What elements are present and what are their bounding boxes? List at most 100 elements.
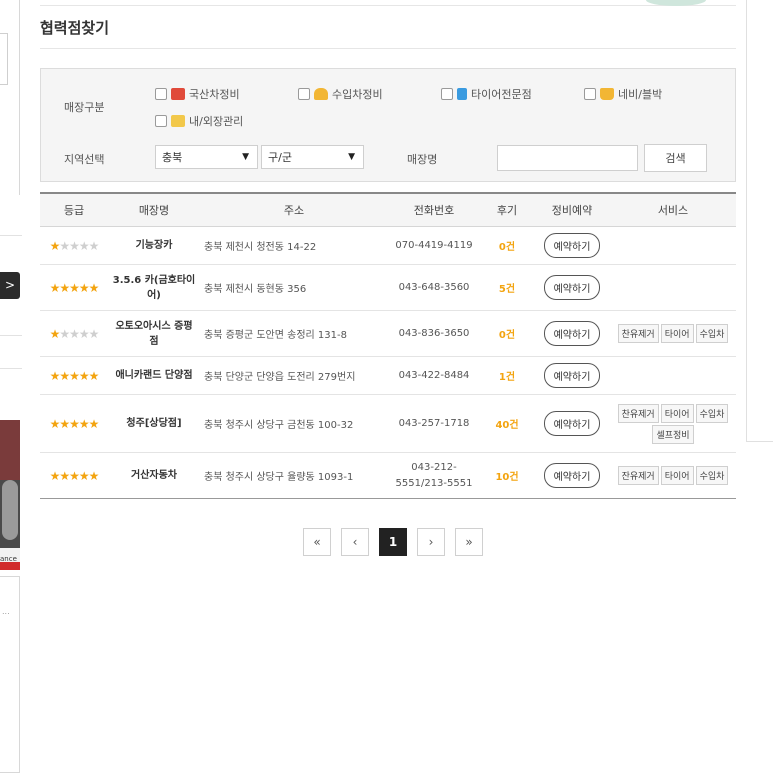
review-count[interactable]: 40건 <box>480 395 534 452</box>
tire-icon <box>457 88 467 100</box>
shop-name[interactable]: 3.5.6 카(금호타이어) <box>112 265 196 310</box>
shop-phone: 043-212-5551/213-5551 <box>395 461 473 489</box>
review-count[interactable]: 0건 <box>480 227 534 264</box>
service-tag: 타이어 <box>660 466 694 485</box>
header-reservation: 정비예약 <box>551 204 593 217</box>
table-row[interactable]: ★★★★★ 애니카랜드 단양점 충북 단양군 단양읍 도전리 279번지 043-42… <box>40 357 736 395</box>
shop-address: 충북 제천시 청전동 14-22 <box>204 242 317 253</box>
service-tag: 찬유제거 <box>617 403 659 423</box>
next-page-button[interactable]: › <box>417 528 445 556</box>
checkbox[interactable] <box>441 88 453 100</box>
table-row[interactable]: ★★★★★ 청주[상당점] 충북 청주시 상당구 금천동 100-32 043-257… <box>40 395 736 453</box>
shop-address: 충북 단양군 단양읍 도전리 279번지 <box>204 372 356 383</box>
shop-name-input[interactable] <box>497 145 638 171</box>
shop-type-label-text: 수입차정비 <box>332 88 383 101</box>
reserve-button[interactable]: 예약하기 <box>543 233 601 258</box>
current-page-button[interactable]: 1 <box>379 528 407 556</box>
review-count[interactable]: 1건 <box>480 357 534 394</box>
shop-name[interactable]: 기능장카 <box>112 227 196 264</box>
shop-type-label-text: 타이어전문점 <box>471 88 532 101</box>
star-icon: ★ <box>59 280 70 295</box>
reserve-button[interactable]: 예약하기 <box>543 411 601 436</box>
car-icon <box>314 88 328 100</box>
star-icon: ★ <box>88 326 100 341</box>
shop-name[interactable]: 오토오아시스 증평점 <box>112 311 196 356</box>
shop-type-domestic[interactable]: 국산차정비 <box>155 86 240 102</box>
prev-page-button[interactable]: ‹ <box>341 528 369 556</box>
shop-name[interactable]: 거산자동차 <box>112 453 196 498</box>
right-panel-border <box>746 441 773 442</box>
right-panel-border <box>746 0 747 441</box>
shop-name[interactable]: 애니카랜드 단양점 <box>112 357 196 394</box>
shop-type-tire[interactable]: 타이어전문점 <box>441 86 532 102</box>
wash-icon <box>171 115 185 127</box>
star-icon: ★ <box>78 416 90 431</box>
star-icon: ★ <box>49 280 61 295</box>
sidebar-banner-image[interactable]: ance <box>0 420 20 570</box>
checkbox[interactable] <box>155 115 167 127</box>
table-row[interactable]: ★★★★★ 기능장카 충북 제천시 청전동 14-22 070-4419-4119 0건… <box>40 227 736 265</box>
star-icon: ★ <box>78 238 90 253</box>
review-count[interactable]: 5건 <box>480 265 534 310</box>
star-icon: ★ <box>59 468 70 483</box>
star-icon: ★ <box>59 368 70 383</box>
reserve-button[interactable]: 예약하기 <box>543 363 601 388</box>
shop-address: 충북 증평군 도안면 송정리 131-8 <box>204 330 347 341</box>
reserve-button[interactable]: 예약하기 <box>543 275 601 300</box>
shop-name[interactable]: 청주[상당점] <box>112 395 196 452</box>
review-count[interactable]: 10건 <box>480 453 534 498</box>
checkbox[interactable] <box>155 88 167 100</box>
shop-address: 충북 제천시 동현동 356 <box>204 284 307 295</box>
first-page-button[interactable]: « <box>303 528 331 556</box>
dropdown-arrow-icon: ▼ <box>348 152 355 162</box>
reservation-cell: 예약하기 <box>534 227 610 264</box>
search-button[interactable]: 검색 <box>644 144 707 172</box>
star-icon: ★ <box>59 326 70 341</box>
left-sidebar-fragment: > ance ... <box>0 0 22 773</box>
table-row[interactable]: ★★★★★ 3.5.6 카(금호타이어) 충북 제천시 동현동 356 043-648… <box>40 265 736 311</box>
service-tag: 수입차 <box>695 324 729 343</box>
rating-cell: ★★★★★ <box>40 265 108 310</box>
table-row[interactable]: ★★★★★ 오토오아시스 증평점 충북 증평군 도안면 송정리 131-8 043-8… <box>40 311 736 357</box>
services-cell <box>610 227 736 264</box>
star-icon: ★ <box>69 326 80 341</box>
star-icon: ★ <box>59 416 70 431</box>
table-header: 등급 매장명 주소 전화번호 후기 정비예약 서비스 <box>40 192 736 227</box>
page-title: 협력점찾기 <box>40 19 110 37</box>
header-address: 주소 <box>283 204 305 217</box>
region-select[interactable]: 충북 ▼ <box>155 145 258 169</box>
star-icon: ★ <box>88 368 100 383</box>
star-rating: ★★★★★ <box>50 368 100 383</box>
checkbox[interactable] <box>584 88 596 100</box>
last-page-button[interactable]: » <box>455 528 483 556</box>
district-select[interactable]: 구/군 ▼ <box>261 145 364 169</box>
checkbox[interactable] <box>298 88 310 100</box>
reservation-cell: 예약하기 <box>534 453 610 498</box>
shop-type-import[interactable]: 수입차정비 <box>298 86 383 102</box>
service-tag: 잔유제거 <box>617 466 659 485</box>
shop-name-label: 매장명 <box>407 153 438 166</box>
reservation-cell: 예약하기 <box>534 357 610 394</box>
shop-address: 충북 청주시 상당구 금천동 100-32 <box>204 420 354 431</box>
review-count[interactable]: 0건 <box>480 311 534 356</box>
star-icon: ★ <box>78 280 90 295</box>
sidebar-next-arrow-icon[interactable]: > <box>0 272 20 299</box>
service-tag: 수입차 <box>695 466 729 485</box>
shop-type-navi[interactable]: 네비/블박 <box>584 86 662 102</box>
shop-results-table: 등급 매장명 주소 전화번호 후기 정비예약 서비스 ★★★★★ 기능장카 충북 제… <box>40 192 736 499</box>
star-icon: ★ <box>78 468 90 483</box>
shop-phone: 043-422-8484 <box>398 369 470 381</box>
star-icon: ★ <box>88 416 100 431</box>
table-row[interactable]: ★★★★★ 거산자동차 충북 청주시 상당구 율량동 1093-1 043-212-5… <box>40 453 736 499</box>
rating-cell: ★★★★★ <box>40 311 108 356</box>
service-tag: 수입차 <box>695 403 729 423</box>
reserve-button[interactable]: 예약하기 <box>543 463 601 488</box>
shop-type-label: 매장구분 <box>64 101 105 114</box>
rating-cell: ★★★★★ <box>40 227 108 264</box>
shop-type-interior[interactable]: 내/외장관리 <box>155 113 243 129</box>
garage-icon <box>171 88 185 100</box>
star-icon: ★ <box>49 468 61 483</box>
header-phone: 전화번호 <box>413 204 455 217</box>
sidebar-divider <box>0 335 22 336</box>
reserve-button[interactable]: 예약하기 <box>543 321 601 346</box>
